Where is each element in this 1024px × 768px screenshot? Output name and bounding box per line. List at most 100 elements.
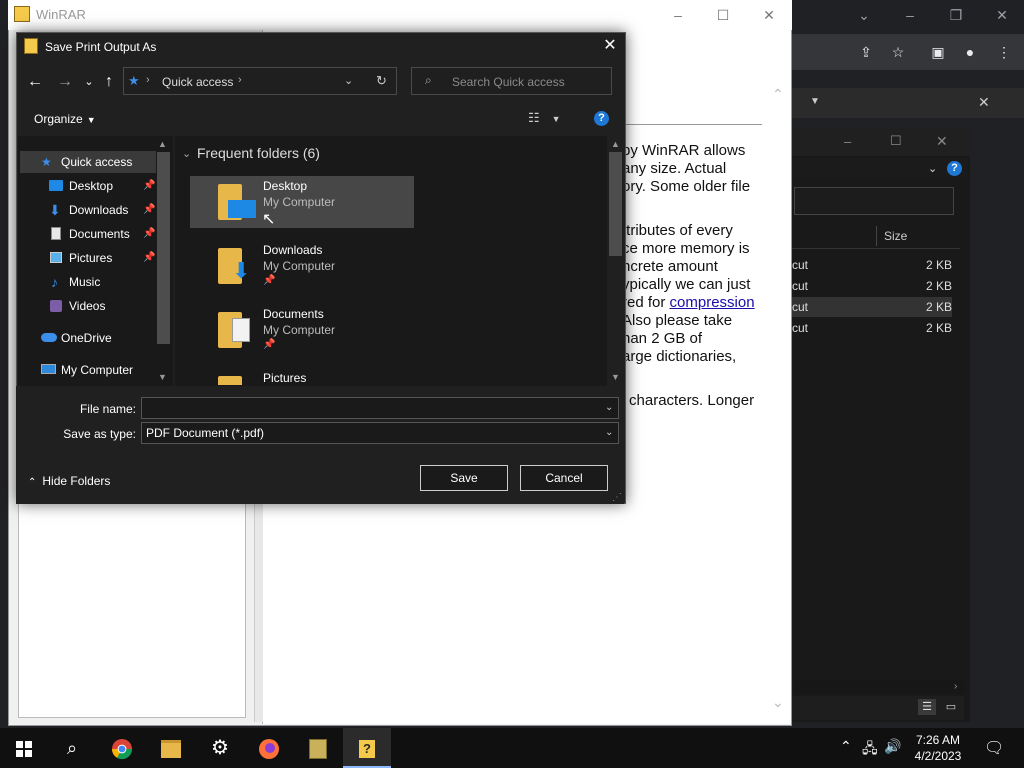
pane-splitter[interactable]: [254, 500, 263, 722]
dialog-app-icon: [24, 38, 38, 54]
nav-item-label: Music: [69, 275, 101, 289]
scroll-up-icon[interactable]: ⌃: [772, 86, 784, 103]
scroll-down-icon[interactable]: ⌄: [772, 694, 784, 711]
close-icon[interactable]: ✕: [990, 6, 1014, 24]
nav-item-downloads[interactable]: ⬇ Downloads 📌: [20, 199, 156, 221]
minimize-icon[interactable]: –: [666, 6, 690, 24]
star-icon[interactable]: ☆: [888, 43, 908, 61]
folder-tile-pictures[interactable]: Pictures: [190, 368, 414, 385]
file-scrollbar-thumb[interactable]: [609, 152, 622, 256]
file-name-input[interactable]: [141, 397, 619, 419]
explorer-column-header: [790, 224, 960, 249]
back-arrow-icon[interactable]: ←: [24, 72, 46, 92]
organize-menu-button[interactable]: Organize ▼: [34, 112, 96, 126]
sidepanel-icon[interactable]: ▣: [928, 43, 948, 61]
chevron-down-icon[interactable]: ⌄: [605, 402, 613, 413]
help-icon[interactable]: ?: [947, 161, 962, 176]
close-icon[interactable]: ✕: [978, 94, 990, 111]
scroll-right-icon[interactable]: ›: [954, 681, 957, 692]
settings-gear-icon[interactable]: ⚙: [196, 728, 244, 768]
explorer-row[interactable]: cut 2 KB: [790, 297, 952, 317]
notification-center-icon[interactable]: 🗨: [984, 738, 1004, 758]
help-text-line: red for compression: [622, 294, 755, 311]
hide-folders-button[interactable]: ⌃ Hide Folders: [28, 474, 110, 488]
winrar-tree-pane: [18, 500, 246, 718]
chrome-icon[interactable]: [98, 728, 146, 768]
network-icon[interactable]: 🖧: [862, 738, 878, 762]
help-text-line: nan 2 GB of: [622, 330, 703, 347]
maximize-icon[interactable]: ☐: [711, 6, 735, 24]
cancel-button[interactable]: Cancel: [520, 465, 608, 491]
search-placeholder: Search Quick access: [452, 75, 565, 89]
winrar-help-icon[interactable]: ?: [343, 728, 391, 768]
nav-item-my-computer[interactable]: My Computer: [20, 359, 156, 381]
address-text[interactable]: Quick access: [162, 75, 233, 89]
close-icon[interactable]: ✕: [936, 133, 948, 150]
group-header[interactable]: Frequent folders (6): [197, 145, 320, 161]
menu-icon[interactable]: ⋮: [994, 43, 1014, 61]
scroll-down-icon[interactable]: ▼: [611, 372, 620, 382]
explorer-search-box[interactable]: [794, 187, 954, 215]
minimize-icon[interactable]: –: [898, 6, 922, 24]
column-size-header[interactable]: Size: [884, 229, 907, 243]
folder-tile-downloads[interactable]: ⬇ Downloads My Computer 📌: [190, 240, 414, 292]
volume-icon[interactable]: 🔊: [884, 738, 901, 755]
help-text-line: ttributes of every: [622, 222, 733, 239]
nav-item-quick-access[interactable]: ★ Quick access: [20, 151, 156, 173]
chevron-down-icon[interactable]: ⌄: [928, 162, 937, 175]
save-button[interactable]: Save: [420, 465, 508, 491]
dropdown-arrow-icon[interactable]: ▼: [810, 96, 820, 107]
tiles-view-icon[interactable]: ▭: [942, 699, 960, 715]
save-type-select[interactable]: PDF Document (*.pdf): [141, 422, 619, 444]
nav-item-videos[interactable]: Videos: [20, 295, 156, 317]
search-icon[interactable]: ⌕: [48, 728, 96, 768]
nav-item-pictures[interactable]: Pictures 📌: [20, 247, 156, 269]
up-arrow-icon[interactable]: ↑: [98, 72, 120, 92]
chevron-down-icon[interactable]: ⌄: [852, 6, 876, 24]
recent-locations-chevron-icon[interactable]: ⌄: [78, 72, 100, 92]
nav-item-desktop[interactable]: Desktop 📌: [20, 175, 156, 197]
details-view-icon[interactable]: ☰: [918, 699, 936, 715]
pin-icon: 📌: [263, 339, 276, 350]
compression-link[interactable]: compression: [670, 294, 755, 311]
help-text-line: ypically we can just: [622, 276, 751, 293]
firefox-icon[interactable]: [245, 728, 293, 768]
scroll-up-icon[interactable]: ▲: [158, 139, 167, 149]
breadcrumb-chevron-icon[interactable]: ›: [238, 74, 242, 86]
explorer-row[interactable]: cut 2 KB: [790, 318, 952, 338]
close-icon[interactable]: ✕: [598, 36, 622, 56]
start-button[interactable]: [0, 728, 48, 768]
winrar-archive-icon[interactable]: [294, 728, 342, 768]
explorer-row[interactable]: cut 2 KB: [790, 255, 952, 275]
explorer-row[interactable]: cut 2 KB: [790, 276, 952, 296]
resize-grip-icon[interactable]: ⋰: [612, 492, 622, 503]
taskbar-clock[interactable]: 7:26 AM 4/2/2023: [906, 732, 970, 764]
breadcrumb-chevron-icon[interactable]: ›: [146, 74, 150, 86]
nav-item-documents[interactable]: Documents 📌: [20, 223, 156, 245]
scroll-down-icon[interactable]: ▼: [158, 372, 167, 382]
collapse-group-icon[interactable]: ⌄: [182, 147, 191, 160]
refresh-icon[interactable]: ↻: [376, 73, 387, 89]
scroll-up-icon[interactable]: ▲: [611, 139, 620, 149]
chevron-down-icon[interactable]: ⌄: [605, 427, 613, 438]
nav-item-music[interactable]: ♪ Music: [20, 271, 156, 293]
share-icon[interactable]: ⇪: [856, 43, 876, 61]
restore-icon[interactable]: ❐: [944, 6, 968, 24]
profile-icon[interactable]: ●: [960, 43, 980, 61]
dialog-title: Save Print Output As: [45, 40, 157, 54]
horizontal-scrollbar[interactable]: [794, 680, 964, 694]
view-options-icon[interactable]: ☷ ▼: [528, 110, 561, 126]
maximize-icon[interactable]: ☐: [890, 133, 902, 149]
music-folder-icon: ♪: [51, 274, 58, 290]
close-icon[interactable]: ✕: [757, 6, 781, 24]
file-explorer-icon[interactable]: [147, 728, 195, 768]
nav-item-onedrive[interactable]: OneDrive: [20, 327, 156, 349]
show-hidden-icons-chevron-icon[interactable]: ⌃: [840, 738, 852, 755]
folder-tile-desktop[interactable]: Desktop My Computer: [190, 176, 414, 228]
help-icon[interactable]: ?: [594, 111, 609, 126]
forward-arrow-icon[interactable]: →: [54, 72, 76, 92]
nav-scrollbar-thumb[interactable]: [157, 152, 170, 344]
folder-tile-documents[interactable]: Documents My Computer 📌: [190, 304, 414, 356]
address-dropdown-icon[interactable]: ⌄: [344, 74, 353, 87]
minimize-icon[interactable]: –: [844, 134, 851, 149]
